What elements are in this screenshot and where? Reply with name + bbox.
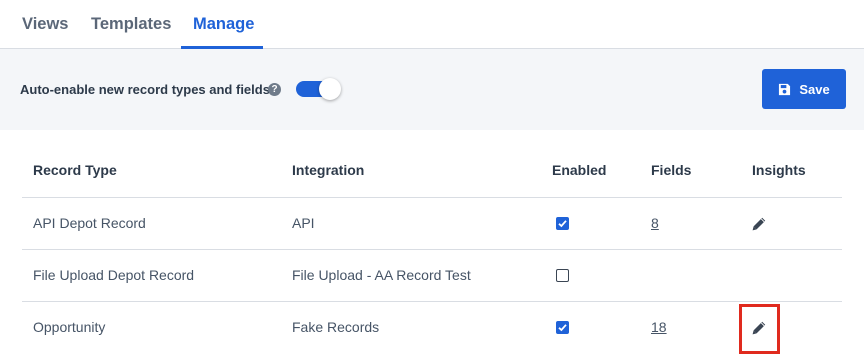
save-button-label: Save [799,81,830,97]
enabled-checkbox[interactable] [556,269,569,282]
record-type-cell: File Upload Depot Record [33,267,195,283]
header-record-type: Record Type [33,162,117,178]
header-integration: Integration [292,162,365,178]
tab-templates[interactable]: Templates [91,15,171,34]
save-button[interactable]: Save [762,69,846,109]
settings-toolbar: Auto-enable new record types and fields … [0,49,864,130]
header-fields: Fields [651,162,692,178]
fields-count-link[interactable]: 8 [651,215,659,231]
tab-views[interactable]: Views [22,15,68,34]
table-header-row: Record Type Integration Enabled Fields I… [22,144,842,198]
record-type-cell: API Depot Record [33,215,146,231]
record-type-cell: Opportunity [33,319,106,335]
toggle-knob [319,78,341,100]
check-icon [558,324,567,332]
integration-cell: API [292,215,315,231]
enabled-checkbox[interactable] [556,217,569,230]
fields-count-link[interactable]: 18 [651,319,667,335]
integration-cell: Fake Records [292,319,380,335]
tab-bar: Views Templates Manage [0,0,864,49]
header-enabled: Enabled [552,162,607,178]
integration-cell: File Upload - AA Record Test [292,267,471,283]
table-row: API Depot Record API 8 [22,198,842,250]
enabled-checkbox[interactable] [556,321,569,334]
table-row: Opportunity Fake Records 18 [22,302,842,354]
tab-manage[interactable]: Manage [193,15,254,34]
highlight-box [739,304,780,354]
check-icon [558,220,567,228]
pencil-icon[interactable] [751,216,767,232]
table-row: File Upload Depot Record File Upload - A… [22,250,842,302]
auto-enable-label: Auto-enable new record types and fields [20,82,270,97]
record-types-table: Record Type Integration Enabled Fields I… [22,144,842,354]
header-insights: Insights [752,162,806,178]
auto-enable-toggle[interactable] [296,78,342,100]
help-icon[interactable]: ? [268,83,281,96]
floppy-disk-icon [779,83,791,95]
